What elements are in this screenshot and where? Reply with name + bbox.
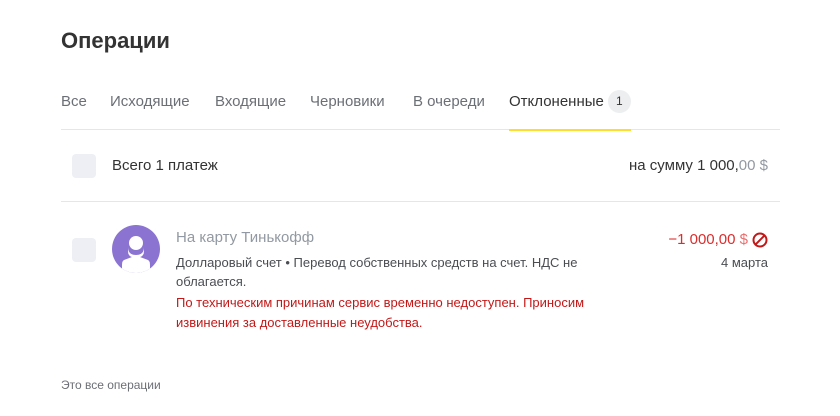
page-title: Операции xyxy=(61,28,170,53)
operation-date: 4 марта xyxy=(721,255,768,270)
tab-outgoing[interactable]: Исходящие xyxy=(110,88,190,130)
tab-count-badge: 1 xyxy=(607,90,631,113)
tab-label: Черновики xyxy=(310,93,385,110)
tab-queued[interactable]: В очереди xyxy=(413,88,485,130)
operation-title: На карту Тинькофф xyxy=(176,229,315,246)
operation-checkbox[interactable] xyxy=(72,238,96,262)
summary-amount: на сумму 1 000,00 $ xyxy=(629,157,768,174)
summary-amount-fraction: 00 xyxy=(738,157,756,174)
tab-declined[interactable]: Отклоненные 1 xyxy=(509,88,631,131)
user-silhouette-icon xyxy=(112,225,160,273)
tab-label: Входящие xyxy=(215,93,287,110)
summary-amount-main: на сумму 1 000, xyxy=(629,157,739,174)
operation-amount: −1 000,00 $ xyxy=(668,231,748,248)
operation-error-message: По техническим причинам сервис временно … xyxy=(176,295,585,330)
operation-amount-value: −1 000,00 xyxy=(668,231,736,248)
tab-all[interactable]: Все xyxy=(61,88,87,130)
declined-icon xyxy=(752,232,768,248)
select-all-checkbox[interactable] xyxy=(72,154,96,178)
tab-label: В очереди xyxy=(413,93,485,110)
summary-label: Всего 1 платеж xyxy=(112,157,218,174)
tab-incoming[interactable]: Входящие xyxy=(215,88,286,130)
divider xyxy=(61,201,780,202)
summary-currency: $ xyxy=(759,157,768,174)
tab-label: Все xyxy=(61,93,87,110)
tab-drafts[interactable]: Черновики xyxy=(310,88,385,130)
operations-tabs: Все Исходящие Входящие Черновики В очере… xyxy=(61,88,780,131)
end-of-list-note: Это все операции xyxy=(61,378,161,392)
tab-label: Исходящие xyxy=(110,93,190,110)
operation-currency: $ xyxy=(739,231,748,248)
tab-label: Отклоненные xyxy=(509,93,604,110)
operation-description: Долларовый счет • Перевод собственных ср… xyxy=(176,255,578,289)
